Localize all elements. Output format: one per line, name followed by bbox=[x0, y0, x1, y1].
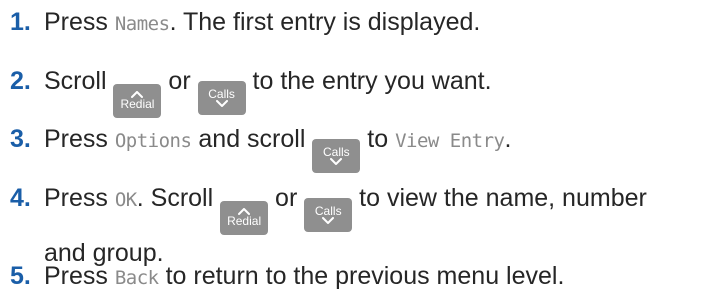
step-text-fragment: or bbox=[161, 67, 198, 95]
key-label: Redial bbox=[227, 214, 262, 228]
step-text-fragment: Press bbox=[44, 8, 115, 36]
step-4: 4. Press OK. Scroll Redial or Calls to v… bbox=[10, 180, 705, 271]
key-label: Calls bbox=[208, 87, 235, 101]
chevron-down-icon bbox=[215, 100, 228, 107]
step-text-fragment: Press bbox=[44, 262, 115, 290]
step-text-fragment: Scroll bbox=[44, 67, 114, 95]
step-text-fragment: to the entry you want. bbox=[245, 67, 492, 95]
step-number: 5. bbox=[10, 262, 31, 290]
redial-key-icon: Redial bbox=[220, 200, 269, 235]
step-text-fragment: Press bbox=[44, 125, 115, 153]
step-text: Scroll Redial or Calls to the entry you … bbox=[44, 63, 705, 118]
step-text-fragment: and scroll bbox=[191, 125, 313, 153]
key-label: Calls bbox=[322, 145, 350, 159]
step-text: Press Options and scroll Calls to View E… bbox=[44, 121, 705, 173]
step-text-fragment: or bbox=[268, 184, 305, 212]
display-text: View Entry bbox=[395, 130, 505, 152]
step-text: Press Names. The first entry is displaye… bbox=[44, 4, 705, 42]
calls-key-icon: Calls bbox=[312, 138, 361, 173]
step-5: 5. Press Back to return to the previous … bbox=[10, 258, 705, 296]
step-number: 1. bbox=[10, 8, 31, 36]
step-text-fragment: Press bbox=[44, 184, 115, 212]
calls-key-icon: Calls bbox=[304, 197, 353, 232]
display-text: OK bbox=[114, 189, 137, 211]
step-text-fragment: . The first entry is displayed. bbox=[169, 8, 481, 36]
step-number: 3. bbox=[10, 125, 31, 153]
step-text-fragment: . bbox=[504, 125, 512, 153]
step-text-fragment: to bbox=[360, 125, 396, 153]
step-2: 2. Scroll Redial or Calls to the entry y… bbox=[10, 63, 705, 118]
step-text: Press Back to return to the previous men… bbox=[44, 258, 705, 296]
chevron-down-icon bbox=[322, 217, 335, 224]
display-text: Back bbox=[114, 267, 159, 289]
step-1: 1. Press Names. The first entry is displ… bbox=[10, 4, 705, 42]
step-text: Press OK. Scroll Redial or Calls to view… bbox=[44, 180, 684, 271]
calls-key-icon: Calls bbox=[197, 80, 246, 115]
key-label: Calls bbox=[314, 204, 342, 218]
step-text-fragment: . Scroll bbox=[136, 184, 221, 212]
step-text-fragment: to return to the previous menu level. bbox=[158, 262, 565, 290]
display-text: Names bbox=[114, 13, 170, 35]
chevron-down-icon bbox=[330, 158, 343, 165]
display-text: Options bbox=[114, 130, 192, 152]
key-label: Redial bbox=[120, 97, 155, 111]
step-number: 2. bbox=[10, 67, 31, 95]
step-3: 3. Press Options and scroll Calls to Vie… bbox=[10, 121, 705, 173]
step-number: 4. bbox=[10, 184, 31, 212]
redial-key-icon: Redial bbox=[113, 83, 162, 118]
